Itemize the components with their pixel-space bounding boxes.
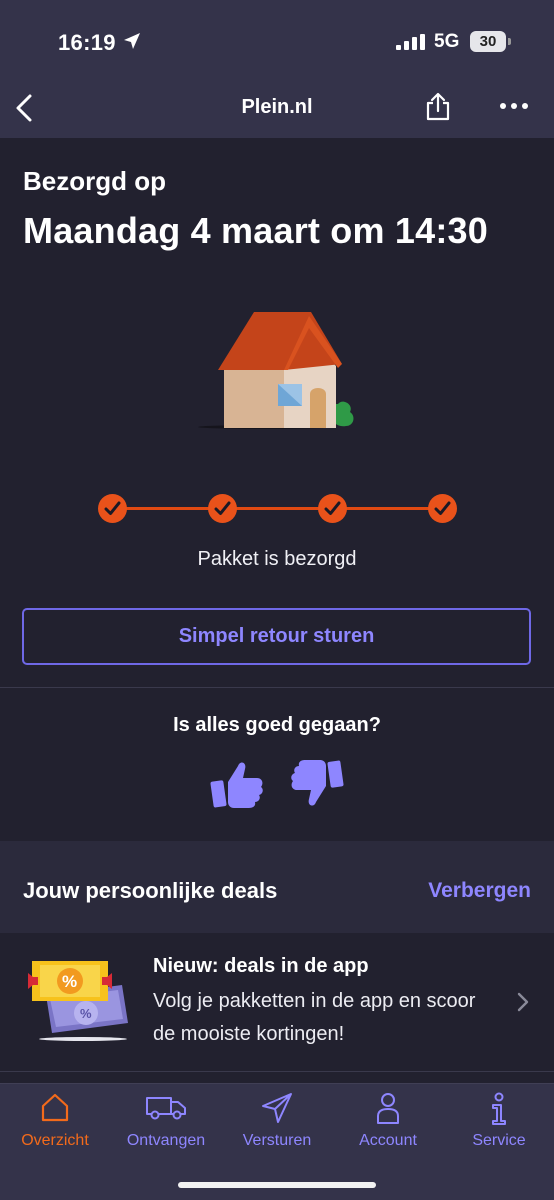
- tab-account[interactable]: Account: [333, 1084, 443, 1164]
- send-icon: [262, 1093, 292, 1123]
- tab-label: Versturen: [242, 1132, 312, 1149]
- progress-step-1: [98, 494, 127, 523]
- tab-versturen[interactable]: Versturen: [222, 1084, 332, 1164]
- share-icon[interactable]: [424, 92, 452, 122]
- deal-title: Nieuw: deals in de app: [153, 955, 369, 977]
- tab-label: Account: [359, 1132, 417, 1149]
- progress-step-2: [208, 494, 237, 523]
- delivery-date: Maandag 4 maart om 14:30: [23, 210, 488, 251]
- feedback-question: Is alles goed gegaan?: [173, 714, 381, 736]
- delivered-label: Bezorgd op: [23, 166, 166, 196]
- thumbs-down-icon[interactable]: [288, 756, 344, 812]
- return-button[interactable]: Simpel retour sturen: [22, 608, 531, 665]
- house-illustration: [198, 312, 354, 429]
- tab-ontvangen[interactable]: Ontvangen: [111, 1084, 221, 1164]
- delivery-status: Pakket is bezorgd: [197, 548, 357, 570]
- svg-text:%: %: [80, 1006, 92, 1021]
- progress-line: [112, 507, 444, 510]
- hide-deals-link[interactable]: Verbergen: [428, 879, 531, 903]
- page-title: Plein.nl: [241, 96, 313, 118]
- van-icon: [146, 1097, 186, 1120]
- deals-title: Jouw persoonlijke deals: [23, 878, 278, 903]
- signal-icon: [396, 34, 425, 50]
- location-arrow-icon: [124, 33, 140, 49]
- deal-card[interactable]: % % Nieuw: deals in de app Volg je pakke…: [0, 933, 554, 1071]
- tab-label: Overzicht: [21, 1132, 89, 1149]
- user-icon: [377, 1093, 399, 1124]
- svg-text:%: %: [62, 972, 77, 991]
- tab-overzicht[interactable]: Overzicht: [0, 1084, 110, 1164]
- deal-description: Volg je pakketten in de app en scoor de …: [153, 990, 476, 1045]
- deals-header: Jouw persoonlijke deals Verbergen: [0, 841, 554, 933]
- home-indicator: [178, 1182, 376, 1188]
- thumbs-up-icon[interactable]: [210, 756, 266, 812]
- status-bar: 16:19 5G 30: [0, 0, 554, 80]
- info-icon: [492, 1092, 506, 1125]
- tab-service[interactable]: Service: [444, 1084, 554, 1164]
- battery-icon: 30: [470, 31, 511, 52]
- deal-coupon-illustration: % %: [28, 961, 128, 1041]
- progress-step-3: [318, 494, 347, 523]
- tab-label: Ontvangen: [126, 1132, 206, 1149]
- chevron-left-icon[interactable]: [10, 92, 40, 124]
- nav-bar: Plein.nl: [0, 80, 554, 138]
- network-type: 5G: [434, 31, 460, 52]
- home-icon: [41, 1093, 69, 1122]
- delivery-progress: [98, 494, 458, 524]
- more-icon[interactable]: [498, 100, 530, 112]
- tab-label: Service: [472, 1132, 526, 1149]
- chevron-right-icon: [517, 992, 529, 1012]
- main-content: Bezorgd op Maandag 4 maart om 14:30 Pakk…: [0, 138, 554, 1200]
- status-time: 16:19: [58, 30, 116, 55]
- progress-step-4: [428, 494, 457, 523]
- divider: [0, 1071, 554, 1072]
- divider: [0, 687, 554, 688]
